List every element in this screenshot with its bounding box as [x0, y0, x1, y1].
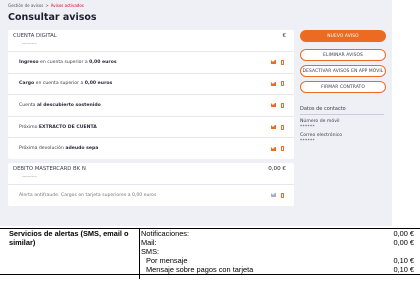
account-name: DEBITO MASTERCARD BK N [13, 165, 86, 172]
alert-text: Cuenta al descubierto sostenido [19, 102, 101, 108]
fee-row: SMS: [141, 247, 414, 256]
contact-title: Datos de contacto [300, 106, 384, 115]
fees-table: Servicios de alertas (SMS, email o simil… [0, 226, 420, 283]
alert-row[interactable]: Ingreso en cuenta superior a 0,00 euros [8, 51, 294, 73]
mobile-icon[interactable] [281, 146, 284, 152]
email-icon[interactable] [271, 60, 276, 65]
email-icon[interactable] [271, 81, 276, 86]
fee-value: 0,10 € [393, 256, 414, 265]
breadcrumb-link-gestion[interactable]: Gestión de avisos [8, 3, 43, 8]
email-icon[interactable] [271, 103, 276, 108]
fee-label: Mail: [141, 238, 157, 247]
alert-text: Alerta antifraude. Cargos en tarjeta sup… [19, 192, 157, 198]
fee-label: Notificaciones: [141, 229, 190, 238]
mobile-icon[interactable] [281, 59, 284, 65]
deactivate-app-alerts-button[interactable]: DESACTIVAR AVISOS EN APP MÓVIL [300, 65, 386, 77]
mobile-icon[interactable] [281, 102, 284, 108]
alert-row[interactable]: Cuenta al descubierto sostenido [8, 94, 294, 116]
fee-label: Por mensaje [146, 256, 188, 265]
fee-row: Notificaciones: 0,00 € [141, 229, 414, 238]
account-number-masked: --------- [22, 42, 37, 47]
fee-row: Mensaje sobre pagos con tarjeta 0,10 € [146, 265, 414, 274]
fee-value: 0,00 € [393, 229, 414, 238]
breadcrumb-separator: > [45, 3, 49, 8]
fee-value: 0,00 € [393, 238, 414, 247]
account-balance: € [282, 33, 286, 39]
alert-text: Cargo en cuenta superior a 0,00 euros [19, 81, 113, 87]
fee-value: 0,10 € [393, 265, 414, 274]
card-number-masked: --------- [22, 174, 37, 180]
alert-text: Próxima devolución adeudo sepa [19, 146, 99, 152]
alert-row[interactable]: Próximo EXTRACTO DE CUENTA [8, 115, 294, 138]
email-value: ****** [300, 138, 315, 143]
sign-contract-button[interactable]: FIRMAR CONTRATO [300, 81, 386, 93]
mobile-value: ****** [300, 124, 315, 129]
accounts-list: CUENTA DIGITAL € --------- Ingreso en cu… [8, 30, 294, 210]
fee-label: Mensaje sobre pagos con tarjeta [146, 265, 254, 274]
account-name: CUENTA DIGITAL [13, 33, 57, 39]
email-icon[interactable] [271, 146, 276, 151]
mobile-icon[interactable] [281, 124, 284, 130]
fee-row: Por mensaje 0,10 € [146, 256, 414, 265]
alert-row[interactable]: Próxima devolución adeudo sepa [8, 137, 294, 159]
alert-text: Próximo EXTRACTO DE CUENTA [19, 124, 97, 130]
account-card: DEBITO MASTERCARD BK N 0,00 € --------- … [8, 162, 294, 206]
fee-label: SMS: [141, 247, 160, 256]
alert-row[interactable]: Cargo en cuenta superior a 0,00 euros [8, 72, 294, 95]
account-header: CUENTA DIGITAL € [8, 30, 294, 42]
actions-sidebar: NUEVO AVISO ELIMINAR AVISOS DESACTIVAR A… [300, 30, 387, 143]
breadcrumb: Gestión de avisos > Avisos activados [8, 3, 84, 8]
email-icon[interactable] [271, 193, 276, 198]
account-header: DEBITO MASTERCARD BK N 0,00 € [8, 163, 294, 175]
alert-text: Ingreso en cuenta superior a 0,00 euros [19, 59, 117, 65]
alerts-panel: Gestión de avisos > Avisos activados Consu… [0, 0, 392, 226]
new-alert-button[interactable]: NUEVO AVISO [300, 30, 386, 42]
delete-alerts-button[interactable]: ELIMINAR AVISOS [300, 49, 386, 61]
breadcrumb-current: Avisos activados [50, 3, 84, 8]
mobile-icon[interactable] [281, 81, 284, 87]
service-name: Servicios de alertas (SMS, email o simil… [9, 229, 129, 247]
page-title: Consultar avisos [8, 12, 97, 23]
mobile-icon[interactable] [281, 192, 284, 198]
email-icon[interactable] [271, 125, 276, 130]
fee-row: Mail: 0,00 € [141, 238, 414, 247]
alert-row[interactable]: Alerta antifraude. Cargos en tarjeta sup… [8, 183, 294, 206]
table-bottom-rule [0, 274, 420, 275]
account-balance: 0,00 € [268, 165, 286, 172]
table-column-divider [139, 228, 140, 279]
account-card: CUENTA DIGITAL € --------- Ingreso en cu… [8, 30, 294, 159]
